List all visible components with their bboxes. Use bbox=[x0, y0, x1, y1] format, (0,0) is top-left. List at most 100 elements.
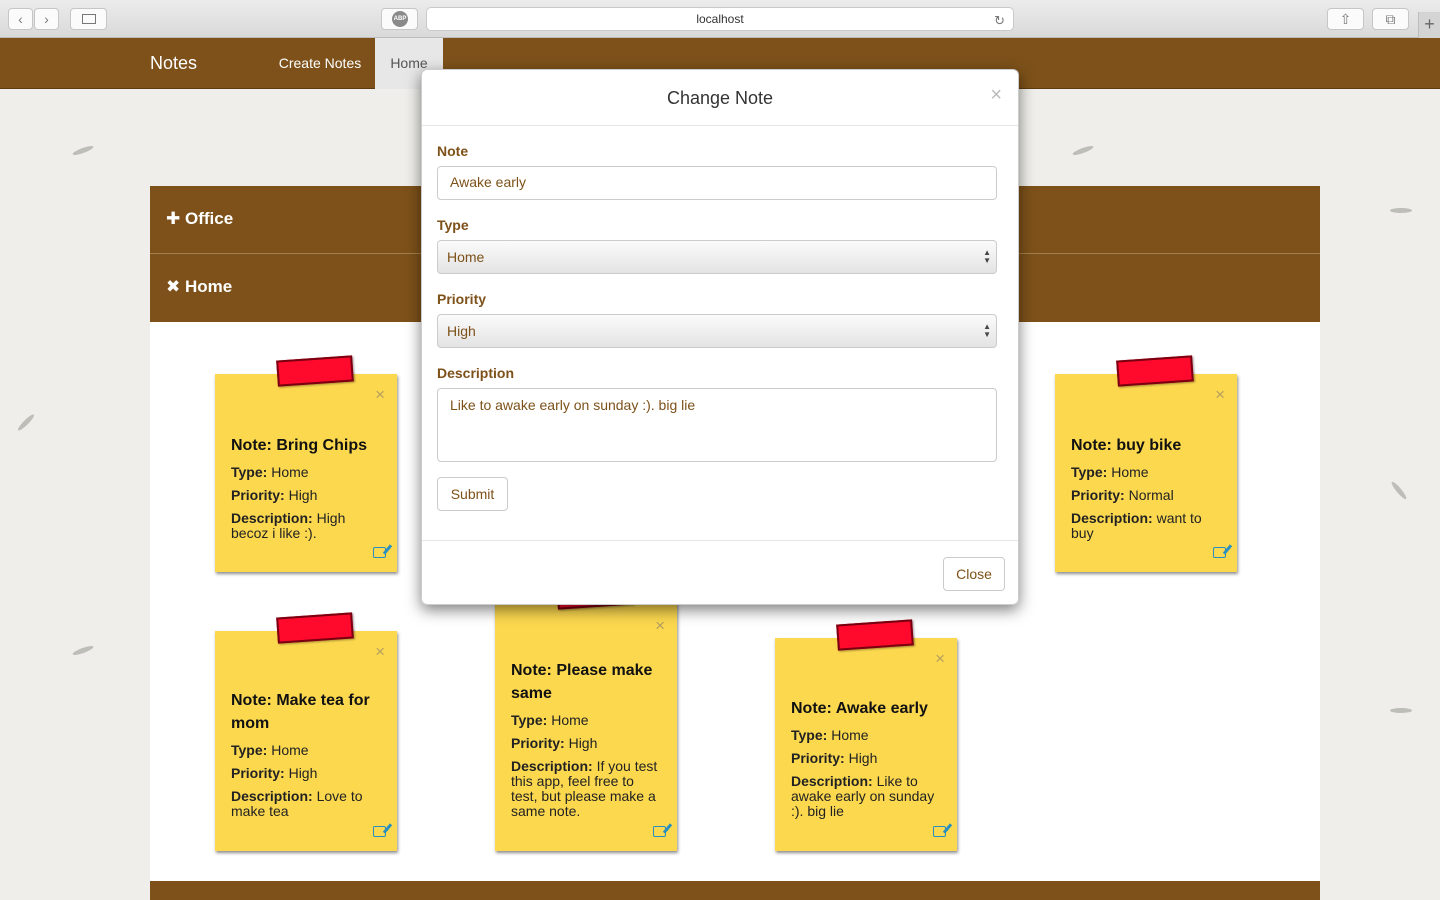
address-bar[interactable]: localhost ↻ bbox=[426, 7, 1014, 31]
description-label: Description: bbox=[231, 510, 313, 526]
priority-value: High bbox=[288, 487, 318, 503]
edit-note-icon[interactable] bbox=[1213, 547, 1226, 558]
description-textarea-value: Like to awake early on sunday :). big li… bbox=[450, 397, 696, 413]
note-type: Type: Home bbox=[1071, 465, 1221, 480]
note-priority: Priority: High bbox=[511, 736, 661, 751]
tape-decoration bbox=[836, 619, 914, 651]
type-value: Home bbox=[1111, 464, 1149, 480]
description-field-label: Description bbox=[437, 365, 515, 381]
background-leaf bbox=[1390, 480, 1408, 501]
background-leaf bbox=[16, 412, 36, 433]
priority-label: Priority: bbox=[511, 735, 565, 751]
share-icon: ⇧ bbox=[1339, 11, 1352, 27]
background-leaf bbox=[71, 144, 95, 157]
type-value: Home bbox=[831, 727, 869, 743]
adblock-button[interactable]: ABP bbox=[381, 8, 418, 30]
note-card: × Note: Awake early Type: Home Priority:… bbox=[775, 619, 957, 851]
note-card: × Note: Please make same Type: Home Prio… bbox=[495, 578, 677, 851]
close-icon: ✖ bbox=[166, 277, 181, 296]
select-arrows-icon: ▲ ▼ bbox=[983, 248, 991, 265]
note-description: Description: High becoz i like :). bbox=[231, 511, 381, 541]
tape-decoration bbox=[276, 355, 354, 387]
type-label: Type: bbox=[791, 727, 828, 743]
note-input[interactable]: Awake early bbox=[437, 166, 997, 200]
delete-note-icon[interactable]: × bbox=[375, 386, 385, 403]
priority-field-label: Priority bbox=[437, 291, 487, 307]
forward-button[interactable]: › bbox=[34, 8, 59, 30]
adblock-icon: ABP bbox=[392, 11, 408, 27]
priority-label: Priority: bbox=[791, 750, 845, 766]
edit-note-icon[interactable] bbox=[933, 826, 946, 837]
note-title: Note: buy bike bbox=[1071, 437, 1182, 454]
note-card: × Note: Make tea for mom Type: Home Prio… bbox=[215, 612, 397, 851]
type-value: Home bbox=[551, 712, 589, 728]
type-select[interactable]: Home ▲ ▼ bbox=[437, 240, 997, 274]
priority-select[interactable]: High ▲ ▼ bbox=[437, 314, 997, 348]
edit-note-icon[interactable] bbox=[373, 547, 386, 558]
submit-button[interactable]: Submit bbox=[437, 477, 508, 511]
sidebar-icon bbox=[81, 14, 96, 24]
back-button[interactable]: ‹ bbox=[8, 8, 33, 30]
sidebar-toggle-button[interactable] bbox=[70, 8, 107, 30]
note-description: Description: want to buy bbox=[1071, 511, 1221, 541]
type-field-label: Type bbox=[437, 217, 469, 233]
note-priority: Priority: High bbox=[231, 488, 381, 503]
note-description: Description: Like to awake early on sund… bbox=[791, 774, 941, 819]
note-description: Description: If you test this app, feel … bbox=[511, 759, 661, 819]
note-description: Description: Love to make tea bbox=[231, 789, 381, 819]
type-value: Home bbox=[271, 464, 309, 480]
description-label: Description: bbox=[231, 788, 313, 804]
type-label: Type: bbox=[511, 712, 548, 728]
tape-decoration bbox=[1116, 355, 1194, 387]
type-select-value: Home bbox=[447, 249, 485, 265]
delete-note-icon[interactable]: × bbox=[1215, 386, 1225, 403]
modal-title: Change Note bbox=[666, 88, 774, 108]
panel-home-title: Home bbox=[184, 277, 233, 296]
background-leaf bbox=[1390, 208, 1412, 213]
brand-link[interactable]: Notes bbox=[150, 53, 197, 74]
tape-decoration bbox=[276, 612, 354, 644]
note-type: Type: Home bbox=[231, 465, 381, 480]
change-note-modal: Change Note × Note Awake early Type Home… bbox=[421, 69, 1019, 605]
new-tab-button[interactable]: + bbox=[1418, 12, 1440, 38]
note-type: Type: Home bbox=[791, 728, 941, 743]
note-title: Note: Make tea for mom bbox=[231, 692, 370, 732]
note-field-label: Note bbox=[437, 143, 469, 159]
plus-icon: ✚ bbox=[166, 209, 181, 228]
edit-note-icon[interactable] bbox=[373, 826, 386, 837]
modal-close-icon[interactable]: × bbox=[990, 85, 1002, 105]
background-leaf bbox=[1390, 708, 1412, 713]
tabs-icon: ⧉ bbox=[1385, 11, 1396, 27]
reload-icon[interactable]: ↻ bbox=[994, 10, 1005, 32]
delete-note-icon[interactable]: × bbox=[935, 650, 945, 667]
type-label: Type: bbox=[1071, 464, 1108, 480]
delete-note-icon[interactable]: × bbox=[655, 617, 665, 634]
note-priority: Priority: Normal bbox=[1071, 488, 1221, 503]
priority-label: Priority: bbox=[231, 487, 285, 503]
browser-toolbar: ‹ › ABP localhost ↻ ⇧ ⧉ + bbox=[0, 0, 1440, 38]
nav-create-notes[interactable]: Create Notes bbox=[265, 38, 375, 89]
note-card: × Note: Bring Chips Type: Home Priority:… bbox=[215, 355, 397, 572]
type-label: Type: bbox=[231, 742, 268, 758]
background-leaf bbox=[71, 644, 95, 657]
note-title: Note: Bring Chips bbox=[231, 437, 367, 454]
priority-label: Priority: bbox=[231, 765, 285, 781]
modal-header: Change Note × bbox=[422, 70, 1018, 126]
url-text: localhost bbox=[696, 12, 744, 26]
note-priority: Priority: High bbox=[231, 766, 381, 781]
delete-note-icon[interactable]: × bbox=[375, 643, 385, 660]
description-textarea[interactable]: Like to awake early on sunday :). big li… bbox=[437, 388, 997, 462]
modal-footer: Close bbox=[422, 540, 1018, 605]
note-type: Type: Home bbox=[511, 713, 661, 728]
select-arrows-icon: ▲ ▼ bbox=[983, 322, 991, 339]
share-button[interactable]: ⇧ bbox=[1327, 8, 1364, 30]
close-button[interactable]: Close bbox=[943, 557, 1005, 591]
priority-label: Priority: bbox=[1071, 487, 1125, 503]
edit-note-icon[interactable] bbox=[653, 826, 666, 837]
tabs-button[interactable]: ⧉ bbox=[1372, 8, 1409, 30]
note-card: × Note: buy bike Type: Home Priority: No… bbox=[1055, 355, 1237, 572]
footer-bar bbox=[150, 881, 1320, 900]
panel-office-title: Office bbox=[184, 209, 234, 228]
priority-value: Normal bbox=[1128, 487, 1174, 503]
note-title: Note: Awake early bbox=[791, 700, 928, 717]
